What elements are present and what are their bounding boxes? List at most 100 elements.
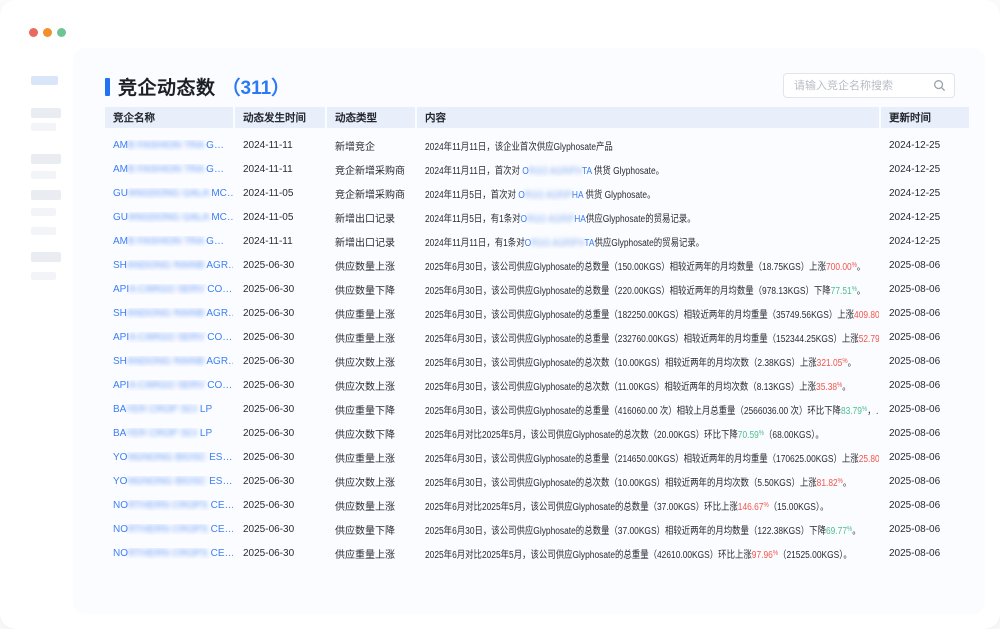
competitor-name-link[interactable]: NORTHERN CROPS CE… [105,500,233,511]
competitor-name-link[interactable]: BAYER CROP SCI LP [105,428,233,439]
sidebar-item[interactable] [31,190,61,200]
competitor-name-link[interactable]: GUANGDONG GALA MC… [105,188,233,199]
competitor-name-link[interactable]: SHANDONG RAINB AGR… [105,308,233,319]
table-row[interactable]: YONGNONG BIOSC ES…2025-06-30供应重量上涨2025年6… [105,445,969,469]
page-title-row: 竞企动态数 （311） [105,73,290,100]
competitor-name-link[interactable]: NORTHERN CROPS CE… [105,548,233,559]
table-row[interactable]: GUANGDONG GALA MC…2024-11-05新增出口记录2024年1… [105,205,969,229]
title-accent-bar [105,78,110,96]
competitor-name-link[interactable]: APIA CARGO SERV CO… [105,332,233,343]
search-icon[interactable] [933,79,946,92]
dynamic-content: 2025年6月30日，该公司供应Glyphosate的总重量（182250.00… [417,306,879,321]
competitor-name-link[interactable]: AMB FASHION TRA G… [105,164,233,175]
table-row[interactable]: NORTHERN CROPS CE…2025-06-30供应数量下降2025年6… [105,517,969,541]
dynamic-type: 供应数量下降 [327,522,415,537]
competitor-name-link[interactable]: SHANDONG RAINB AGR… [105,260,233,271]
competitor-name-link[interactable]: APIA CARGO SERV CO… [105,380,233,391]
table-row[interactable]: APIA CARGO SERV CO…2025-06-30供应数量下降2025年… [105,277,969,301]
buyer-link-blurred[interactable]: RGO AGRIPH [529,166,582,177]
dynamic-content: 2025年6月30日，该公司供应Glyphosate的总数量（150.00KGS… [417,258,879,273]
sidebar-item[interactable] [31,252,61,262]
competitor-name-link[interactable]: SHANDONG RAINB AGR… [105,356,233,367]
buyer-link[interactable]: O [521,214,528,225]
buyer-link[interactable]: HA [572,190,583,201]
competitor-name-link[interactable]: BAYER CROP SCI LP [105,404,233,415]
table-row[interactable]: AMB FASHION TRA G…2024-11-11新增出口记录2024年1… [105,229,969,253]
table-header: 竞企名称动态发生时间动态类型内容更新时间 [105,107,969,128]
dynamic-type: 供应次数上涨 [327,354,415,369]
competitor-name-link[interactable]: YONGNONG BIOSC ES… [105,452,233,463]
table-body: AMB FASHION TRA G…2024-11-11新增竞企2024年11月… [105,133,969,565]
buyer-link[interactable]: O [518,190,525,201]
table-row[interactable]: AMB FASHION TRA G…2024-11-11竞企新增采购商2024年… [105,157,969,181]
table-row[interactable]: YONGNONG BIOSC ES…2025-06-30供应次数上涨2025年6… [105,469,969,493]
search-input[interactable] [792,79,927,93]
table-row[interactable]: APIA CARGO SERV CO…2025-06-30供应次数上涨2025年… [105,373,969,397]
table-row[interactable]: APIA CARGO SERV CO…2025-06-30供应重量上涨2025年… [105,325,969,349]
update-date: 2025-08-06 [881,548,969,559]
sidebar-item[interactable] [31,171,56,179]
table-row[interactable]: AMB FASHION TRA G…2024-11-11新增竞企2024年11月… [105,133,969,157]
table-row[interactable]: GUANGDONG GALA MC…2024-11-05竞企新增采购商2024年… [105,181,969,205]
buyer-link[interactable]: TA [582,166,592,177]
column-header: 内容 [417,107,879,128]
dynamic-type: 供应数量上涨 [327,498,415,513]
buyer-link[interactable]: O [522,166,529,177]
competitor-name-link[interactable]: NORTHERN CROPS CE… [105,524,233,535]
table-row[interactable]: NORTHERN CROPS CE…2025-06-30供应数量上涨2025年6… [105,493,969,517]
update-date: 2024-12-25 [881,236,969,247]
dynamic-type: 新增竞企 [327,138,415,153]
close-button[interactable] [29,28,38,37]
table-row[interactable]: SHANDONG RAINB AGR…2025-06-30供应重量上涨2025年… [105,301,969,325]
competitor-name-link[interactable]: AMB FASHION TRA G… [105,140,233,151]
dynamic-content: 2025年6月30日，该公司供应Glyphosate的总次数（11.00KGS）… [417,378,879,393]
dynamic-type: 新增出口记录 [327,234,415,249]
dynamic-date: 2025-06-30 [235,284,325,295]
fall-percent: 70.59% [738,430,764,441]
rise-percent: 146.67% [738,502,769,513]
sidebar-item[interactable] [31,272,56,280]
table-row[interactable]: BAYER CROP SCI LP2025-06-30供应次数下降2025年6月… [105,421,969,445]
dynamic-date: 2024-11-11 [235,236,325,247]
sidebar-item[interactable] [31,108,61,118]
update-date: 2025-08-06 [881,332,969,343]
rise-percent: 97.96% [752,550,778,561]
competitor-name-link[interactable]: AMB FASHION TRA G… [105,236,233,247]
buyer-link-blurred[interactable]: RGO AGRIP [525,190,572,201]
dynamic-content: 2025年6月对比2025年5月，该公司供应Glyphosate的总次数（20.… [417,426,879,441]
sidebar-item[interactable] [31,123,56,131]
competitor-name-link[interactable]: YONGNONG BIOSC ES… [105,476,233,487]
sidebar-item[interactable] [31,154,61,164]
dynamic-date: 2024-11-05 [235,188,325,199]
minimize-button[interactable] [43,28,52,37]
buyer-link[interactable]: TA [584,238,594,249]
buyer-link-blurred[interactable]: RGO AGRIPH [531,238,584,249]
dynamic-date: 2025-06-30 [235,260,325,271]
update-date: 2025-08-06 [881,380,969,391]
table-row[interactable]: BAYER CROP SCI LP2025-06-30供应重量下降2025年6月… [105,397,969,421]
dynamic-date: 2024-11-11 [235,140,325,151]
column-header: 更新时间 [881,107,969,128]
dynamic-type: 竞企新增采购商 [327,162,415,177]
sidebar-item-active[interactable] [31,76,58,85]
update-date: 2025-08-06 [881,404,969,415]
sidebar-item[interactable] [31,227,56,235]
dynamic-date: 2025-06-30 [235,308,325,319]
competitor-name-link[interactable]: GUANGDONG GALA MC… [105,212,233,223]
dynamic-date: 2025-06-30 [235,452,325,463]
update-date: 2024-12-25 [881,140,969,151]
maximize-button[interactable] [57,28,66,37]
sidebar-item[interactable] [31,208,56,216]
rise-percent: 35.38% [816,382,842,393]
buyer-link[interactable]: HA [574,214,586,225]
table-row[interactable]: NORTHERN CROPS CE…2025-06-30供应重量上涨2025年6… [105,541,969,565]
table-row[interactable]: SHANDONG RAINB AGR…2025-06-30供应次数上涨2025年… [105,349,969,373]
dynamic-content: 2025年6月30日，该公司供应Glyphosate的总次数（10.00KGS）… [417,354,879,369]
dynamic-type: 新增出口记录 [327,210,415,225]
competitor-name-link[interactable]: APIA CARGO SERV CO… [105,284,233,295]
dynamic-type: 竞企新增采购商 [327,186,415,201]
buyer-link-blurred[interactable]: RGO AGRIP [527,214,574,225]
table-row[interactable]: SHANDONG RAINB AGR…2025-06-30供应数量上涨2025年… [105,253,969,277]
dynamic-content: 2024年11月5日，有1条对ORGO AGRIPHA供应Glyphosate的… [417,210,879,225]
dynamic-date: 2025-06-30 [235,404,325,415]
